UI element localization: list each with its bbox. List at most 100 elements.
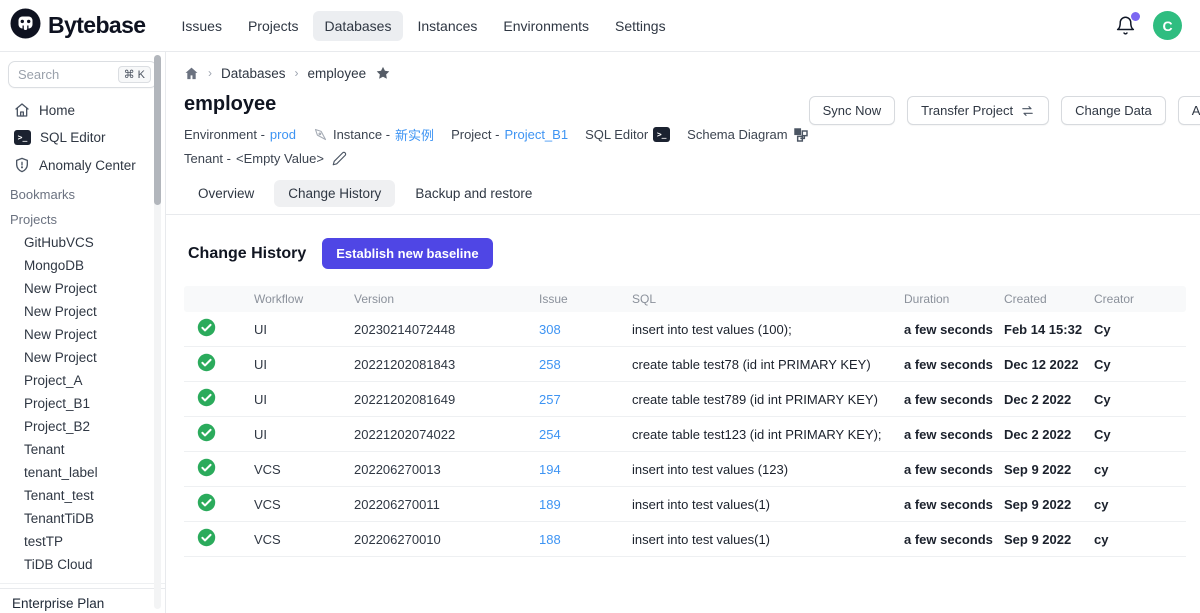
workflow-cell: VCS [254,487,354,522]
sidebar-project-tenanttidb[interactable]: TenantTiDB [0,507,165,530]
sql-cell: insert into test values (123) [632,452,904,487]
breadcrumb-home-icon[interactable] [184,66,199,81]
alter-schema-button[interactable]: Alter Schema [1178,96,1200,125]
sidebar-item-anomaly-center[interactable]: Anomaly Center [0,151,165,179]
created-cell: Sep 9 2022 [1004,487,1094,522]
issue-cell: 257 [539,382,632,417]
button-label: Change Data [1075,103,1152,118]
nav-link-projects[interactable]: Projects [236,11,311,41]
workflow-cell: UI [254,347,354,382]
issue-link[interactable]: 188 [539,532,561,547]
instance-meta: Instance - 新实例 [313,125,434,144]
status-done-badge [197,493,216,512]
nav-link-settings[interactable]: Settings [603,11,678,41]
sql-cell: create table test123 (id int PRIMARY KEY… [632,417,904,452]
success-check-icon [197,353,216,372]
search-input[interactable]: Search ⌘ K [8,61,157,88]
breadcrumb-databases[interactable]: Databases [221,66,286,81]
creator-cell: cy [1094,487,1186,522]
project-link[interactable]: Project_B1 [504,127,568,142]
status-cell [184,417,254,452]
tab-change-history[interactable]: Change History [274,180,395,207]
issue-link[interactable]: 254 [539,427,561,442]
sidebar-project-new-project[interactable]: New Project [0,300,165,323]
version-cell: 20230214072448 [354,312,539,347]
version-cell: 202206270010 [354,522,539,557]
schema-diagram-label: Schema Diagram [687,127,787,142]
sidebar-project-testtp[interactable]: testTP [0,530,165,553]
issue-cell: 189 [539,487,632,522]
sidebar-item-home[interactable]: Home [0,96,165,124]
sidebar-project-project-b1[interactable]: Project_B1 [0,392,165,415]
project-label: Project - [451,127,499,142]
issue-cell: 194 [539,452,632,487]
sidebar-project-tidb-cloud[interactable]: TiDB Cloud [0,553,165,576]
instance-link[interactable]: 新实例 [395,125,434,144]
workflow-cell: UI [254,382,354,417]
sync-now-button[interactable]: Sync Now [809,96,896,125]
breadcrumb-employee[interactable]: employee [308,66,367,81]
sidebar-item-sql-editor[interactable]: >_ SQL Editor [0,124,165,151]
duration-cell: a few seconds [904,312,1004,347]
sidebar-project-tenant[interactable]: Tenant [0,438,165,461]
tab-overview[interactable]: Overview [184,180,268,207]
shield-icon [14,157,30,173]
sql-editor-shortcut[interactable]: SQL Editor >_ [585,127,670,142]
bytebase-logo[interactable]: Bytebase [10,8,145,44]
sidebar-project-tenant-label[interactable]: tenant_label [0,461,165,484]
schema-diagram-shortcut[interactable]: Schema Diagram [687,127,808,143]
bytebase-logo-icon [10,8,41,44]
status-cell [184,382,254,417]
sidebar-project-project-b2[interactable]: Project_B2 [0,415,165,438]
sidebar-project-mongodb[interactable]: MongoDB [0,254,165,277]
issue-link[interactable]: 189 [539,497,561,512]
sidebar-project-githubvcs[interactable]: GitHubVCS [0,231,165,254]
issue-link[interactable]: 194 [539,462,561,477]
nav-link-environments[interactable]: Environments [491,11,601,41]
schema-diagram-icon [793,127,809,143]
notifications-button[interactable] [1115,15,1137,37]
duration-cell: a few seconds [904,417,1004,452]
sidebar-scrollbar-thumb[interactable] [154,55,161,205]
database-header: employee Environment - prod Instance - 新… [184,93,1186,166]
version-cell: 202206270013 [354,452,539,487]
plan-label[interactable]: Enterprise Plan [0,588,165,613]
creator-cell: Cy [1094,312,1186,347]
sidebar-project-tenant-test[interactable]: Tenant_test [0,484,165,507]
duration-cell: a few seconds [904,382,1004,417]
nav-link-instances[interactable]: Instances [405,11,489,41]
sidebar-project-new-project[interactable]: New Project [0,277,165,300]
issue-cell: 258 [539,347,632,382]
nav-link-databases[interactable]: Databases [313,11,404,41]
table-row: VCS202206270010188insert into test value… [184,522,1186,557]
transfer-project-button[interactable]: Transfer Project [907,96,1049,125]
user-avatar[interactable]: C [1153,11,1182,40]
column-header-creator: Creator [1094,286,1186,312]
bookmark-star-icon[interactable] [375,65,391,81]
issue-link[interactable]: 258 [539,357,561,372]
sidebar-project-project-a[interactable]: Project_A [0,369,165,392]
change-history-header: Change History Establish new baseline [184,238,1186,269]
creator-cell: Cy [1094,417,1186,452]
top-navbar: Bytebase IssuesProjectsDatabasesInstance… [0,0,1200,52]
sidebar-project-new-project[interactable]: New Project [0,346,165,369]
sidebar-item-label: Anomaly Center [39,158,136,173]
status-cell [184,312,254,347]
issue-link[interactable]: 308 [539,322,561,337]
environment-link[interactable]: prod [270,127,296,142]
sidebar-project-new-project[interactable]: New Project [0,323,165,346]
column-header-duration: Duration [904,286,1004,312]
establish-baseline-button[interactable]: Establish new baseline [322,238,492,269]
section-title: Change History [188,245,306,263]
navbar-right: C [1115,11,1182,40]
success-check-icon [197,458,216,477]
change-history-table: WorkflowVersionIssueSQLDurationCreatedCr… [184,286,1186,557]
sql-editor-label: SQL Editor [585,127,648,142]
tab-backup-and-restore[interactable]: Backup and restore [401,180,546,207]
issue-cell: 188 [539,522,632,557]
edit-pencil-icon[interactable] [332,151,347,166]
issue-link[interactable]: 257 [539,392,561,407]
nav-link-issues[interactable]: Issues [169,11,233,41]
creator-cell: cy [1094,452,1186,487]
change-data-button[interactable]: Change Data [1061,96,1166,125]
